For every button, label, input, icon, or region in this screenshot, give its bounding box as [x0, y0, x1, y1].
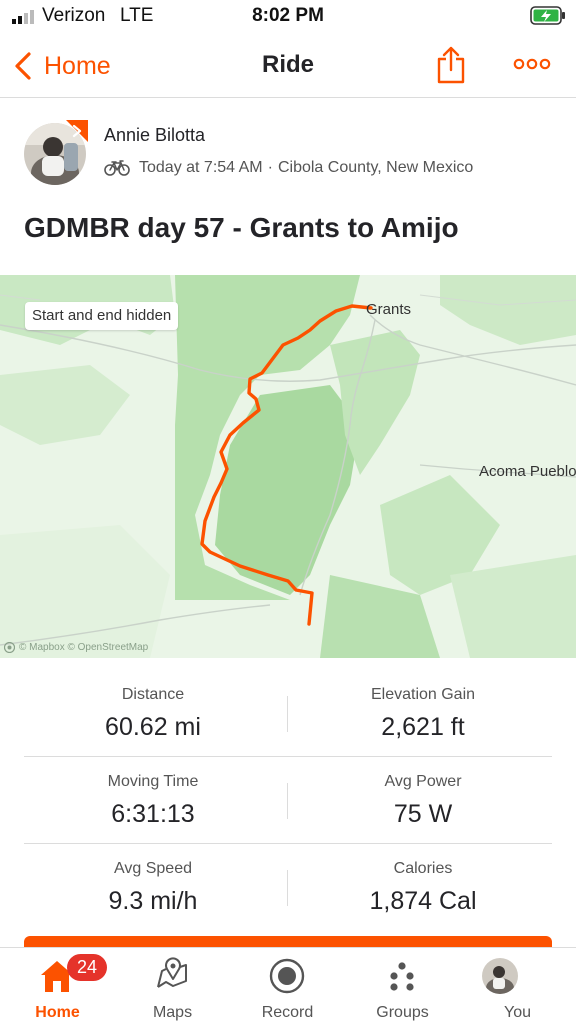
back-button[interactable]: Home [12, 48, 111, 84]
back-label: Home [44, 51, 111, 80]
tab-label: Maps [152, 1004, 193, 1021]
stat-label: Avg Speed [114, 860, 192, 877]
meta-separator: · [267, 159, 273, 176]
chevron-left-icon [15, 52, 31, 80]
mapbox-logo-icon [4, 642, 15, 653]
stat-value: 60.62 mi [105, 713, 201, 741]
bike-icon [104, 160, 130, 176]
stat-distance: Distance 60.62 mi [9, 686, 297, 742]
tab-label: You [504, 1004, 531, 1021]
tab-record[interactable]: Record [230, 948, 345, 1024]
divider [24, 756, 552, 757]
subscriber-badge-icon [66, 120, 88, 142]
stat-elevation-gain: Elevation Gain 2,621 ft [279, 686, 567, 742]
stat-moving-time: Moving Time 6:31:13 [9, 773, 297, 829]
activity-title: GDMBR day 57 - Grants to Amijo [24, 212, 459, 243]
share-icon[interactable] [436, 46, 466, 84]
map-attribution[interactable]: © Mapbox © OpenStreetMap [4, 642, 148, 653]
notification-badge: 24 [67, 954, 107, 981]
tab-maps[interactable]: Maps [115, 948, 230, 1024]
tab-you[interactable]: You [460, 948, 575, 1024]
stat-avg-speed: Avg Speed 9.3 mi/h [9, 860, 297, 916]
divider [287, 870, 288, 906]
stat-label: Moving Time [107, 773, 199, 790]
stat-label: Elevation Gain [370, 686, 476, 703]
groups-icon [390, 962, 414, 991]
stat-label: Calories [393, 860, 453, 877]
privacy-label: Start and end hidden [25, 302, 179, 330]
avatar [482, 958, 518, 994]
stat-value: 9.3 mi/h [108, 887, 198, 915]
place-label-grants: Grants [366, 301, 412, 318]
tab-label: Groups [376, 1004, 429, 1021]
stat-value: 6:31:13 [111, 800, 195, 828]
activity-meta: Today at 7:54 AM · Cibola County, New Me… [104, 157, 473, 179]
maps-icon [157, 957, 187, 988]
divider [287, 783, 288, 819]
battery-charging-icon [530, 6, 565, 25]
activity-location: Cibola County, New Mexico [277, 159, 474, 176]
more-icon[interactable] [512, 54, 552, 74]
status-time: 8:02 PM [252, 5, 324, 26]
tab-label: Record [261, 1004, 314, 1021]
tab-groups[interactable]: Groups [345, 948, 460, 1024]
divider [24, 843, 552, 844]
tab-home[interactable]: 24 Home [0, 948, 115, 1024]
status-bar: Verizon LTE 8:02 PM [0, 0, 576, 34]
stat-value: 75 W [393, 800, 453, 828]
activity-datetime: Today at 7:54 AM [139, 159, 263, 176]
tab-label: Home [35, 1004, 80, 1021]
attribution-text: © Mapbox © OpenStreetMap [19, 642, 149, 653]
stat-value: 1,874 Cal [369, 887, 477, 915]
place-label-acoma: Acoma Pueblo [479, 463, 576, 480]
tab-bar: 24 Home Maps Record Groups You [0, 947, 576, 1024]
stat-label: Avg Power [384, 773, 462, 790]
stat-label: Distance [121, 686, 185, 703]
divider [287, 696, 288, 732]
nav-bar: Home Ride [0, 34, 576, 98]
stat-value: 2,621 ft [381, 713, 465, 741]
athlete-name[interactable]: Annie Bilotta [104, 125, 205, 146]
stat-avg-power: Avg Power 75 W [279, 773, 567, 829]
stat-calories: Calories 1,874 Cal [279, 860, 567, 916]
record-icon [269, 958, 305, 994]
